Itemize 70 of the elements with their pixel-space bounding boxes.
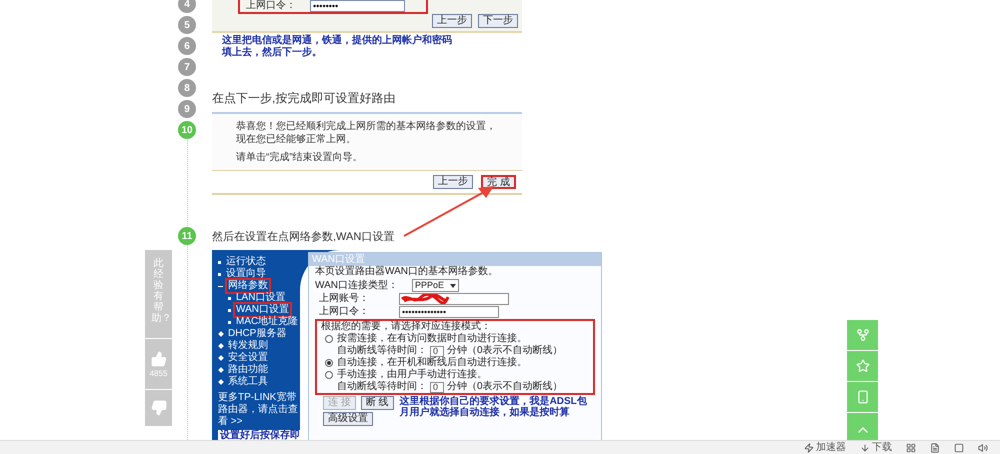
field-label: 上网账号： [319, 293, 369, 305]
connection-type-select[interactable]: PPPoE [412, 279, 459, 292]
annotation-text: 这里根据你自己的要求设置，我是ADSL包月用户就选择自动连接，如果是按时算 [400, 396, 588, 420]
bullet-icon [228, 296, 231, 300]
unit-text: 分钟（0表示不自动断线） [447, 381, 563, 393]
more-link[interactable]: 更多TP-LINK宽带路由器，请点击查看 >> [218, 392, 300, 428]
caret-icon [450, 284, 456, 288]
menu-item[interactable]: 路由功能 [227, 364, 269, 376]
menu-item[interactable]: 系统工具 [227, 376, 269, 388]
field-label: 上网口令： [246, 0, 296, 12]
instruction-text: 请单击“完成”结束设置向导。 [236, 151, 364, 164]
bullet-icon [218, 260, 221, 264]
success-message: 恭喜您！您已经顺利完成上网所需的基本网络参数的设置，现在您已经能够正常上网。 [236, 120, 497, 146]
field-label: 上网口令： [319, 306, 369, 318]
fork-icon [856, 328, 870, 342]
account-field[interactable] [399, 293, 509, 305]
field-label: 自动断线等待时间： [337, 381, 427, 393]
dialog-button[interactable]: 高级设置 [323, 412, 373, 426]
dialog-button[interactable]: 完 成 [481, 175, 516, 189]
bullet-icon [228, 308, 231, 312]
menu-item[interactable]: MAC地址克隆 [235, 316, 300, 328]
redaction-scribble [400, 294, 450, 304]
dialog-button[interactable]: 断 线 [360, 396, 394, 410]
bullet-icon [228, 320, 231, 324]
mode-prompt: 根据您的需要，请选择对应连接模式： [321, 321, 492, 332]
menu-item[interactable]: 运行状态 [225, 256, 267, 268]
password-field[interactable]: •••••••••••••• [399, 306, 499, 318]
menu-item[interactable]: WAN口设置 [235, 304, 290, 316]
menu-item[interactable]: 设置向导 [225, 268, 267, 280]
radio-label: 手动连接，由用户手动进行连接。 [337, 369, 487, 380]
field-label: WAN口连接类型： [315, 280, 398, 292]
lightning-icon [804, 442, 814, 452]
thumbs-down-icon [150, 400, 166, 416]
menu-item[interactable]: 网络参数 [227, 280, 269, 292]
dialog-button[interactable]: 上一步 [433, 175, 474, 189]
bullet-icon [218, 272, 221, 276]
timeout-field[interactable]: 0 [430, 346, 444, 356]
step-text: 然后在设置在点网络参数,WAN口设置 [212, 230, 396, 245]
annotation-text: 设置好后按保存即 [218, 430, 302, 440]
dialog-button[interactable]: 上一步 [432, 14, 472, 28]
panel-title: WAN口设置 [309, 253, 601, 266]
description-text: 本页设置路由器WAN口的基本网络参数。 [315, 266, 499, 278]
menu-item[interactable]: LAN口设置 [235, 292, 286, 304]
thumbs-up-icon [150, 350, 166, 366]
speaker-icon[interactable] [978, 442, 988, 452]
field-label: 自动断线等待时间： [337, 345, 427, 356]
radio-label: 按需连接，在有访问数据时自动进行连接。 [337, 333, 527, 344]
menu-item[interactable]: 转发规则 [227, 340, 269, 352]
radio-button[interactable] [325, 335, 333, 343]
radio-button[interactable] [325, 371, 333, 379]
unit-text: 分钟（0表示不自动断线） [447, 345, 563, 356]
status-item[interactable]: 加速器 [804, 442, 846, 454]
menu-item[interactable]: 安全设置 [227, 352, 269, 364]
annotation-text: 这里把电信或是网通，铁通，提供的上网帐户和密码填上去，然后下一步。 [220, 35, 452, 59]
phone-icon [856, 390, 870, 404]
menu-item[interactable]: DHCP服务器 [227, 328, 288, 340]
download-icon [860, 442, 870, 452]
password-field[interactable]: •••••••• [310, 0, 405, 12]
radio-label: 自动连接，在开机和断线后自动进行连接。 [337, 357, 527, 368]
window-icon[interactable] [954, 442, 964, 452]
status-item[interactable]: 下载 [860, 442, 892, 454]
grid-icon[interactable] [906, 442, 916, 452]
star-icon [856, 359, 870, 373]
step-number: 11 [178, 227, 196, 245]
document-icon[interactable] [930, 442, 940, 452]
radio-button[interactable] [325, 359, 333, 367]
minus-icon[interactable] [218, 284, 223, 288]
step-text: 在点下一步,按完成即可设置好路由 [212, 90, 396, 106]
timeout-field[interactable]: 0 [430, 382, 444, 392]
dialog-button[interactable]: 下一步 [478, 14, 518, 28]
